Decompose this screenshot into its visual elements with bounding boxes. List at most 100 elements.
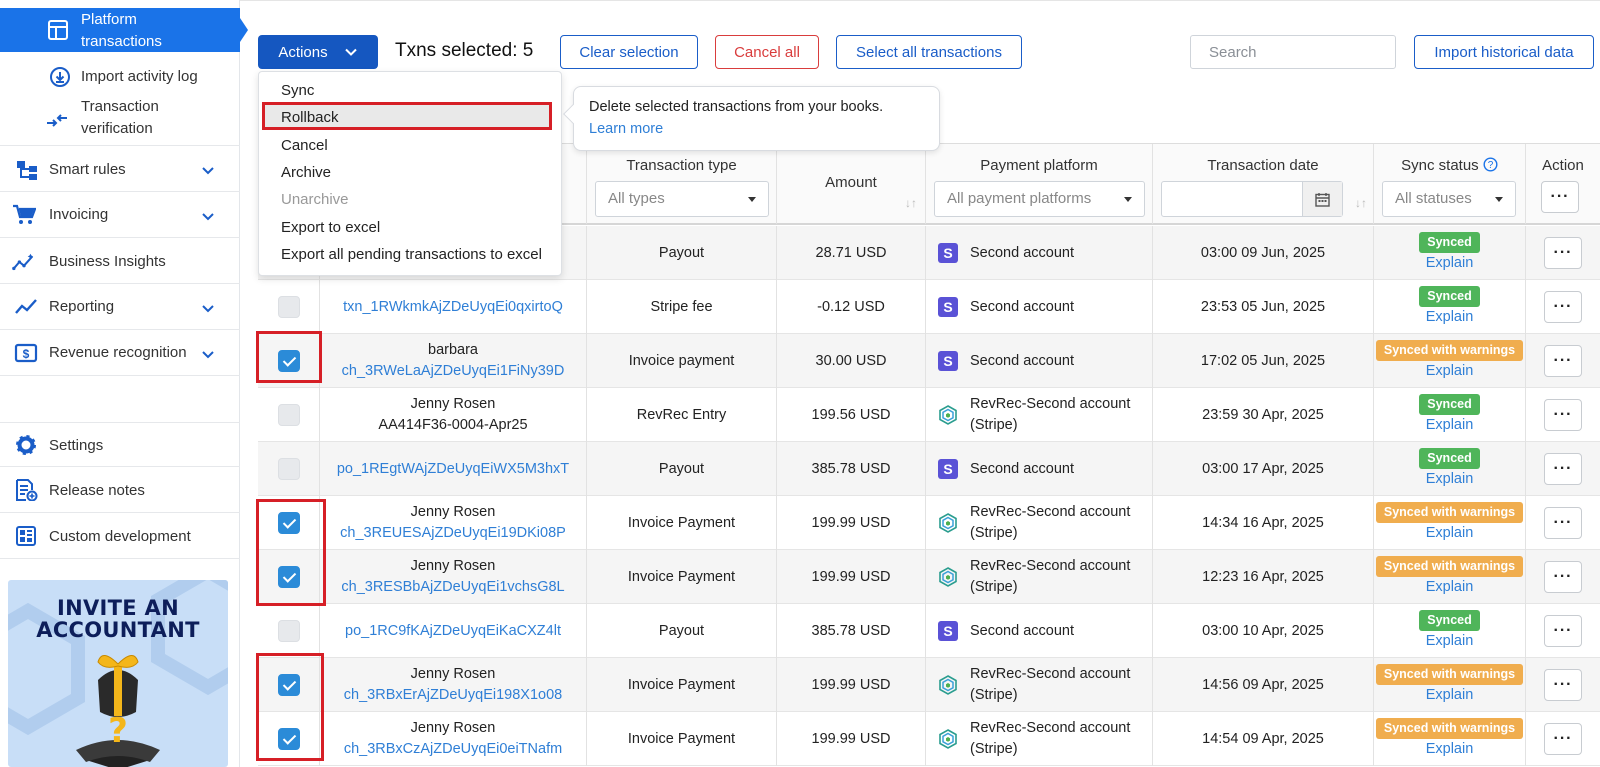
invite-accountant-banner[interactable]: INVITE AN ACCOUNTANT ? — [8, 580, 228, 767]
transaction-id-link[interactable]: po_1RC9fKAjZDeUyqEiKaCXZ4lt — [345, 621, 561, 642]
calendar-icon[interactable] — [1302, 182, 1342, 216]
cancel-all-button[interactable]: Cancel all — [715, 35, 819, 69]
transaction-id-link[interactable]: txn_1RWkmkAjZDeUyqEi0qxirtoQ — [343, 297, 563, 318]
row-checkbox[interactable] — [277, 404, 300, 426]
transaction-type: Invoice payment — [628, 353, 735, 369]
table-row[interactable]: txn_1RWkmkAjZDeUyqEi0qxirtoQ Stripe fee -0… — [258, 280, 1600, 334]
transaction-id-link[interactable]: po_1REgtWAjZDeUyqEiWX5M3hxT — [337, 459, 569, 480]
explain-link[interactable]: Explain — [1426, 577, 1474, 598]
explain-link[interactable]: Explain — [1426, 361, 1474, 382]
transaction-id-link[interactable]: ch_3RESBbAjZDeUyqEi1vchsG8L — [341, 577, 564, 598]
row-action-menu-button[interactable]: ··· — [1544, 345, 1582, 377]
explain-link[interactable]: Explain — [1426, 307, 1474, 328]
id-cell: Jenny Rosen AA414F36-0004-Apr25 — [320, 388, 587, 442]
transaction-id-link[interactable]: ch_3REUESAjZDeUyqEi19DKi08P — [340, 523, 566, 544]
transaction-id-link[interactable]: ch_3RWeLaAjZDeUyqEi1FiNy39D — [342, 361, 565, 382]
row-action-menu-button[interactable]: ··· — [1544, 237, 1582, 269]
search-input[interactable] — [1190, 35, 1396, 69]
row-action-menu-button[interactable]: ··· — [1544, 669, 1582, 701]
customer-name: Jenny Rosen — [410, 558, 496, 574]
invite-title-line2: ACCOUNTANT — [36, 618, 200, 642]
table-row[interactable]: barbara ch_3RWeLaAjZDeUyqEi1FiNy39D Invoic… — [258, 334, 1600, 388]
select-all-button[interactable]: Select all transactions — [836, 35, 1022, 69]
svg-text:S: S — [943, 623, 952, 639]
transaction-id-link[interactable]: ch_3RBxErAjZDeUyqEi198X1o08 — [344, 685, 562, 706]
menu-item-sync[interactable]: Sync — [281, 81, 314, 101]
table-row[interactable]: Jenny Rosen ch_3RESBbAjZDeUyqEi1vchsG8L In… — [258, 550, 1600, 604]
sidebar-item-invoicing[interactable]: Invoicing — [0, 193, 240, 238]
actions-button[interactable]: Actions — [258, 35, 378, 69]
row-action-menu-button[interactable]: ··· — [1544, 615, 1582, 647]
table-row[interactable]: Jenny Rosen AA414F36-0004-Apr25 RevRec Ent… — [258, 388, 1600, 442]
table-row[interactable]: po_1RC9fKAjZDeUyqEiKaCXZ4lt Payout 385.78 … — [258, 604, 1600, 658]
menu-item-export[interactable]: Export to excel — [281, 218, 380, 238]
sidebar-item-smart-rules[interactable]: Smart rules — [0, 148, 240, 192]
status-filter-select[interactable]: All statuses — [1382, 181, 1516, 217]
sidebar-item-label: Custom development — [49, 528, 191, 545]
status-cell: Synced with warnings Explain — [1374, 334, 1526, 388]
header-action-col: Action ··· — [1526, 144, 1600, 224]
status-cell: Synced Explain — [1374, 226, 1526, 280]
row-action-menu-button[interactable]: ··· — [1544, 561, 1582, 593]
sort-icon[interactable]: ↓↑ — [905, 196, 917, 210]
transaction-amount: 385.78 USD — [811, 461, 891, 477]
clear-selection-button[interactable]: Clear selection — [560, 35, 698, 69]
platform-cell: RevRec-Second account (Stripe) — [926, 388, 1153, 442]
explain-link[interactable]: Explain — [1426, 685, 1474, 706]
status-cell: Synced with warnings Explain — [1374, 496, 1526, 550]
explain-link[interactable]: Explain — [1426, 415, 1474, 436]
transaction-id-link: AA414F36-0004-Apr25 — [378, 417, 528, 433]
row-action-menu-button[interactable]: ··· — [1544, 291, 1582, 323]
row-action-menu-button[interactable]: ··· — [1544, 453, 1582, 485]
sidebar-item-transaction-verification[interactable]: Transaction verification — [0, 96, 240, 146]
menu-item-cancel[interactable]: Cancel — [281, 136, 328, 156]
sidebar-item-business-insights[interactable]: Business Insights — [0, 239, 240, 284]
learn-more-link[interactable]: Learn more — [589, 121, 663, 137]
action-cell: ··· — [1526, 550, 1600, 604]
sidebar-item-custom-development[interactable]: Custom development — [0, 514, 240, 559]
import-historical-button[interactable]: Import historical data — [1414, 35, 1594, 69]
sidebar-item-platform-transactions[interactable]: Platform transactions — [0, 8, 240, 52]
explain-link[interactable]: Explain — [1426, 469, 1474, 490]
bulk-action-menu-button[interactable]: ··· — [1541, 181, 1579, 213]
row-action-menu-button[interactable]: ··· — [1544, 723, 1582, 755]
menu-item-export-pending[interactable]: Export all pending transactions to excel — [281, 245, 542, 265]
amount-cell: 199.99 USD — [777, 496, 926, 550]
sidebar-item-import-activity-log[interactable]: Import activity log — [0, 62, 240, 92]
date-filter-input[interactable] — [1161, 181, 1343, 217]
sidebar-item-settings[interactable]: Settings — [0, 422, 240, 467]
sidebar-item-revenue-recognition[interactable]: $ Revenue recognition — [0, 331, 240, 376]
row-checkbox[interactable] — [277, 458, 300, 480]
row-checkbox[interactable] — [277, 296, 300, 318]
revrec-logo-icon — [939, 567, 957, 587]
menu-item-rollback[interactable]: Rollback — [281, 108, 339, 128]
sidebar-item-release-notes[interactable]: Release notes — [0, 468, 240, 513]
explain-link[interactable]: Explain — [1426, 739, 1474, 760]
cb-cell — [258, 604, 320, 658]
type-cell: Invoice Payment — [587, 496, 777, 550]
table-row[interactable]: Jenny Rosen ch_3REUESAjZDeUyqEi19DKi08P In… — [258, 496, 1600, 550]
sort-icon[interactable]: ↓↑ — [1355, 196, 1367, 210]
transaction-date: 03:00 09 Jun, 2025 — [1200, 245, 1326, 261]
table-row[interactable]: Jenny Rosen ch_3RBxCzAjZDeUyqEi0eiTNafm In… — [258, 712, 1600, 766]
explain-link[interactable]: Explain — [1426, 631, 1474, 652]
help-icon[interactable]: ? — [1483, 157, 1498, 172]
explain-link[interactable]: Explain — [1426, 523, 1474, 544]
row-action-menu-button[interactable]: ··· — [1544, 507, 1582, 539]
platform-filter-select[interactable]: All payment platforms — [934, 181, 1145, 217]
date-cell: 12:23 16 Apr, 2025 — [1153, 550, 1374, 604]
header-amount-col[interactable]: Amount ↓↑ — [777, 144, 926, 224]
txns-selected-count: Txns selected: 5 — [395, 40, 534, 61]
explain-link[interactable]: Explain — [1426, 253, 1474, 274]
transaction-id-link[interactable]: ch_3RBxCzAjZDeUyqEi0eiTNafm — [344, 739, 562, 760]
table-row[interactable]: Jenny Rosen ch_3RBxErAjZDeUyqEi198X1o08 In… — [258, 658, 1600, 712]
platform-name: Second account — [970, 298, 1074, 315]
menu-item-archive[interactable]: Archive — [281, 163, 331, 183]
row-action-menu-button[interactable]: ··· — [1544, 399, 1582, 431]
transaction-type: Invoice Payment — [627, 515, 736, 531]
platform-name: RevRec-Second account — [970, 666, 1131, 682]
table-row[interactable]: po_1REgtWAjZDeUyqEiWX5M3hxT Payout 385.78 … — [258, 442, 1600, 496]
sidebar-item-reporting[interactable]: Reporting — [0, 285, 240, 330]
type-filter-select[interactable]: All types — [595, 181, 769, 217]
row-checkbox[interactable] — [277, 620, 300, 642]
